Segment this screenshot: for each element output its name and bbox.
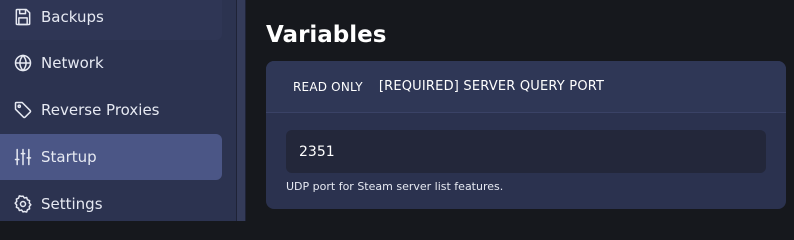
- read-only-badge: READ ONLY: [293, 79, 363, 94]
- sidebar-item-network[interactable]: Network: [0, 40, 222, 86]
- sidebar-item-settings[interactable]: Settings: [0, 181, 222, 221]
- sidebar-item-label: Network: [41, 54, 104, 72]
- sidebar-item-reverse-proxies[interactable]: Reverse Proxies: [0, 87, 222, 133]
- variable-value-field[interactable]: 2351: [286, 130, 766, 173]
- sidebar-item-startup[interactable]: Startup: [0, 134, 222, 180]
- page-title: Variables: [266, 22, 387, 48]
- variable-description: UDP port for Steam server list features.: [286, 180, 504, 193]
- globe-icon: [12, 52, 34, 74]
- sidebar-item-label: Reverse Proxies: [41, 101, 160, 119]
- sidebar-item-backups[interactable]: Backups: [0, 0, 222, 40]
- sidebar: Backups Network Reverse Proxies Startup …: [0, 0, 236, 221]
- variable-value: 2351: [299, 143, 335, 160]
- tag-icon: [12, 99, 34, 121]
- variable-name: [REQUIRED] SERVER QUERY PORT: [378, 79, 605, 94]
- gear-icon: [12, 193, 34, 215]
- sliders-icon: [12, 146, 34, 168]
- app-root: Backups Network Reverse Proxies Startup …: [0, 0, 794, 221]
- variable-card: READ ONLY [REQUIRED] SERVER QUERY PORT 2…: [266, 61, 786, 209]
- main-content: Variables READ ONLY [REQUIRED] SERVER QU…: [246, 0, 794, 221]
- sidebar-item-label: Settings: [41, 195, 103, 213]
- variable-card-header: READ ONLY [REQUIRED] SERVER QUERY PORT: [266, 61, 786, 113]
- save-icon: [12, 6, 34, 28]
- sidebar-item-label: Startup: [41, 148, 97, 166]
- sidebar-divider: [236, 0, 246, 221]
- sidebar-item-label: Backups: [41, 8, 104, 26]
